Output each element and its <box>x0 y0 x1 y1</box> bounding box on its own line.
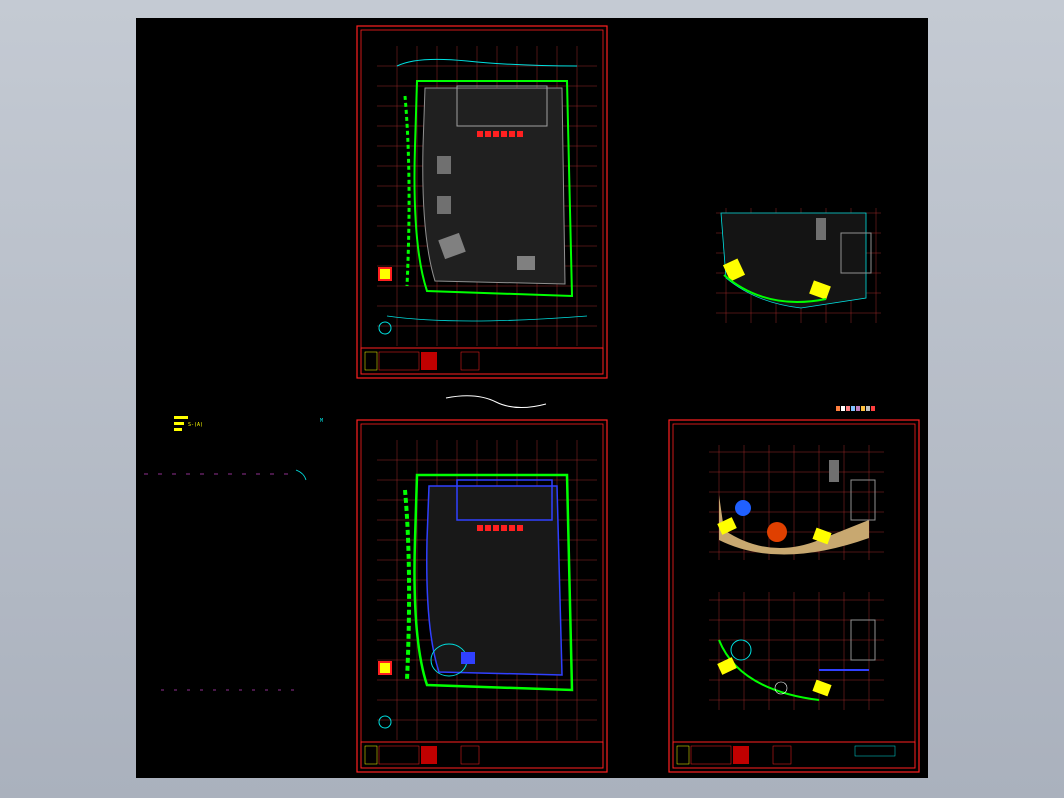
cad-model-space[interactable]: S-(A) M <box>136 18 928 778</box>
cad-drawing: S-(A) M <box>144 25 920 773</box>
sheet-bottom-left[interactable] <box>356 419 608 773</box>
sheet-right[interactable] <box>668 419 920 773</box>
freehand-curve <box>445 395 547 408</box>
partial-plan-top-right[interactable] <box>716 208 881 323</box>
marker-label: M <box>320 418 323 424</box>
loose-annotation-yellow[interactable]: S-(A) <box>174 416 203 431</box>
label-a: S-(A) <box>188 422 203 428</box>
color-swatches <box>836 406 875 411</box>
sheet-top-left[interactable] <box>356 25 608 379</box>
